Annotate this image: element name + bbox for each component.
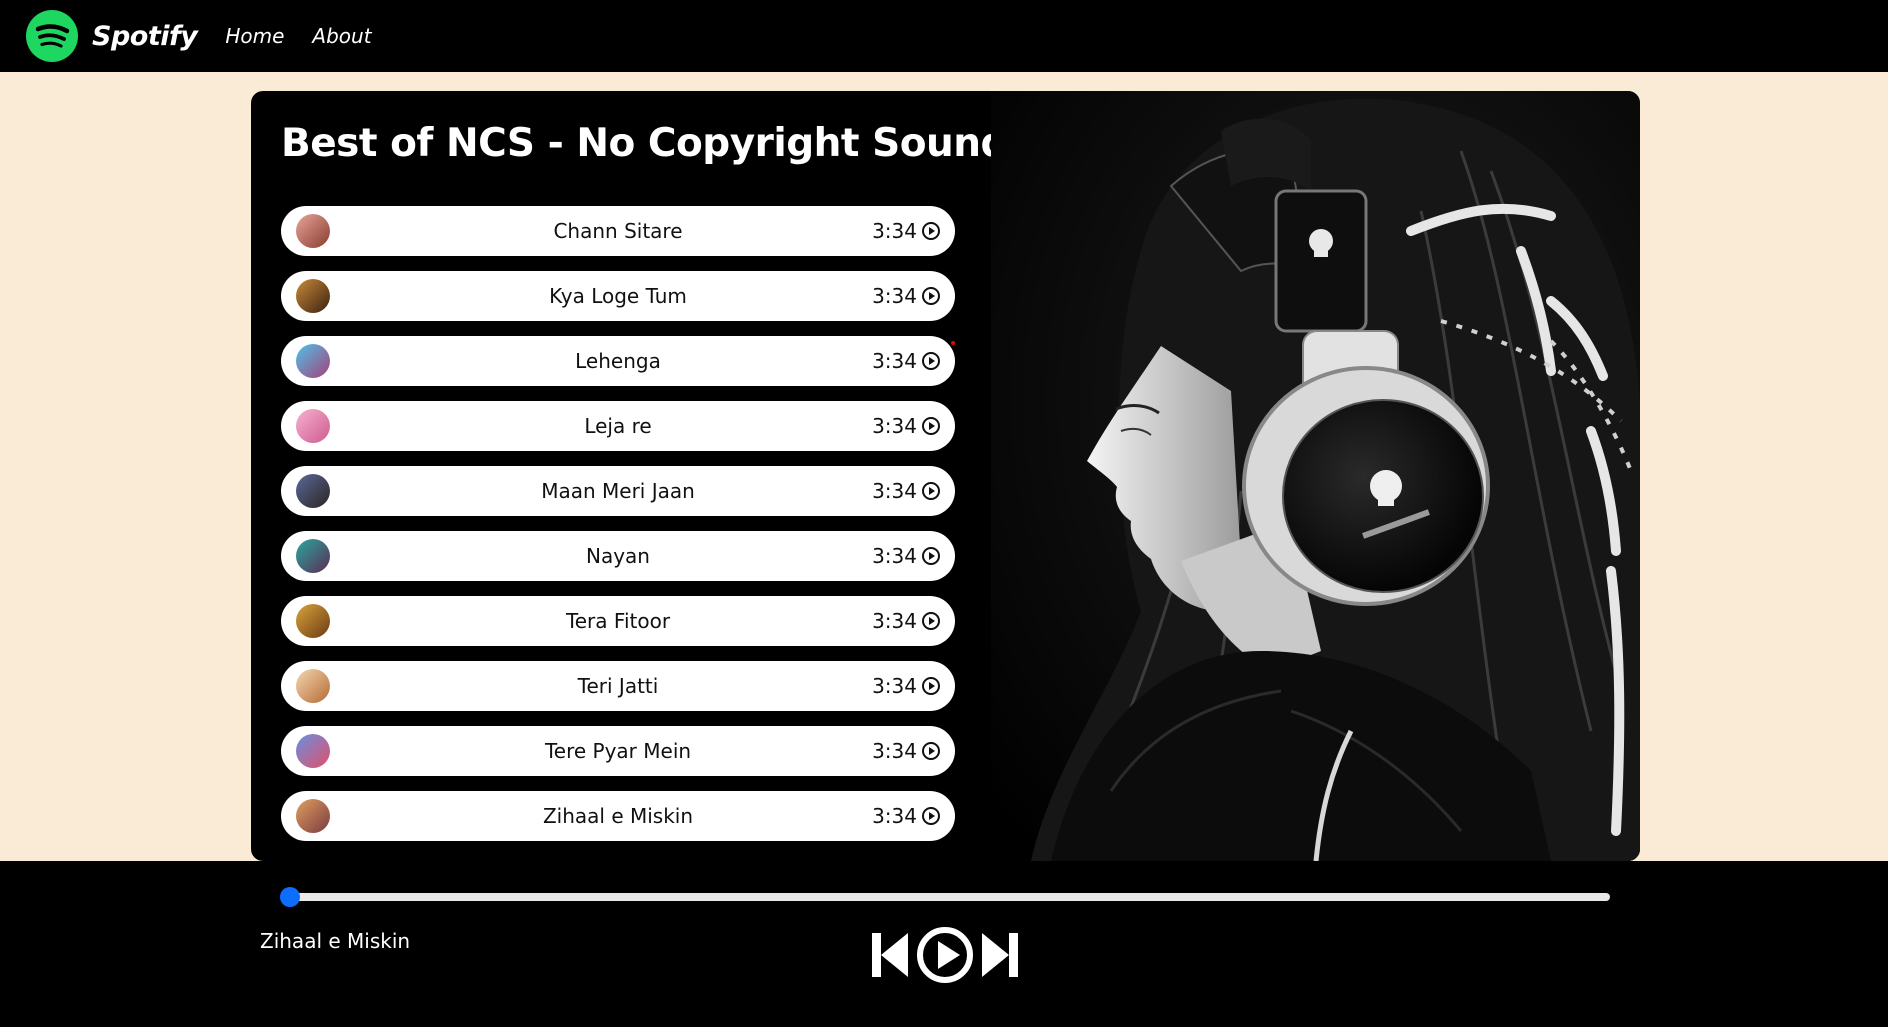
song-list: Chann Sitare 3:34 Kya Loge Tum 3:34 Lehenga 3… (281, 206, 955, 856)
song-name: Nayan (586, 544, 650, 568)
song-name: Tera Fitoor (565, 609, 671, 633)
song-duration: 3:34 (872, 739, 917, 763)
now-playing-title: Zihaal e Miskin (260, 929, 411, 953)
navbar: Spotify Home About (0, 0, 1888, 72)
brand-name[interactable]: Spotify (92, 21, 198, 52)
song-item[interactable]: Tera Fitoor 3:34 (281, 596, 955, 646)
progress-bar[interactable] (280, 887, 1610, 907)
hero-image (991, 91, 1640, 861)
song-item[interactable]: Leja re 3:34 (281, 401, 955, 451)
song-duration: 3:34 (872, 219, 917, 243)
song-name: Leja re (584, 414, 652, 438)
song-duration: 3:34 (872, 479, 917, 503)
song-play-icon[interactable] (921, 611, 941, 631)
spotify-logo-icon[interactable] (26, 10, 78, 62)
skip-forward-icon[interactable] (980, 931, 1020, 979)
song-play-icon[interactable] (921, 221, 941, 241)
song-play-icon[interactable] (921, 806, 941, 826)
song-duration: 3:34 (872, 609, 917, 633)
song-duration: 3:34 (872, 544, 917, 568)
song-duration: 3:34 (872, 674, 917, 698)
song-duration: 3:34 (872, 284, 917, 308)
song-item[interactable]: Maan Meri Jaan 3:34 (281, 466, 955, 516)
song-play-icon[interactable] (921, 741, 941, 761)
song-item[interactable]: Nayan 3:34 (281, 531, 955, 581)
playlist-title: Best of NCS - No Copyright Sounds (281, 121, 1031, 166)
player-bar: Zihaal e Miskin (0, 861, 1888, 1027)
play-icon[interactable] (915, 925, 975, 985)
song-play-icon[interactable] (921, 351, 941, 371)
song-item[interactable]: Lehenga 3:34 (281, 336, 955, 386)
song-duration: 3:34 (872, 414, 917, 438)
song-play-icon[interactable] (921, 416, 941, 436)
nav-link-home[interactable]: Home (225, 24, 284, 48)
nav-link-about[interactable]: About (312, 24, 371, 48)
song-play-icon[interactable] (921, 546, 941, 566)
skip-back-icon[interactable] (870, 931, 910, 979)
song-name: Zihaal e Miskin (542, 804, 694, 828)
song-item[interactable]: Teri Jatti 3:34 (281, 661, 955, 711)
song-item[interactable]: Tere Pyar Mein 3:34 (281, 726, 955, 776)
song-item[interactable]: Kya Loge Tum 3:34 (281, 271, 955, 321)
marker-dot (951, 341, 955, 345)
song-name: Kya Loge Tum (549, 284, 687, 308)
progress-handle[interactable] (280, 887, 300, 907)
song-duration: 3:34 (872, 349, 917, 373)
song-play-icon[interactable] (921, 481, 941, 501)
song-name: Chann Sitare (553, 219, 683, 243)
playback-controls (870, 923, 1020, 987)
song-item[interactable]: Chann Sitare 3:34 (281, 206, 955, 256)
song-duration: 3:34 (872, 804, 917, 828)
song-name: Maan Meri Jaan (541, 479, 695, 503)
playlist-card: Best of NCS - No Copyright Sounds Chann … (251, 91, 1640, 861)
song-play-icon[interactable] (921, 286, 941, 306)
song-name: Tere Pyar Mein (544, 739, 692, 763)
song-item[interactable]: Zihaal e Miskin 3:34 (281, 791, 955, 841)
song-play-icon[interactable] (921, 676, 941, 696)
song-name: Lehenga (575, 349, 661, 373)
song-name: Teri Jatti (577, 674, 659, 698)
